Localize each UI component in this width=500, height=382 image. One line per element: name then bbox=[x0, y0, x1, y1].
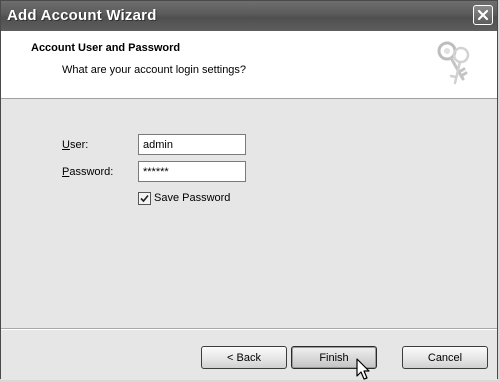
close-button[interactable] bbox=[473, 5, 493, 25]
user-label: User: bbox=[62, 139, 88, 151]
wizard-header: Account User and Password What are your … bbox=[1, 31, 497, 99]
page-title: Account User and Password bbox=[31, 42, 181, 54]
cancel-button[interactable]: Cancel bbox=[402, 346, 488, 369]
save-password-label[interactable]: Save Password bbox=[154, 192, 230, 204]
password-field[interactable] bbox=[138, 161, 246, 182]
wizard-window: Add Account Wizard Account User and Pass… bbox=[0, 0, 498, 380]
mouse-pointer-icon bbox=[356, 358, 370, 380]
save-password-checkbox[interactable] bbox=[138, 192, 151, 205]
window-title: Add Account Wizard bbox=[7, 7, 157, 24]
page-subtitle: What are your account login settings? bbox=[62, 64, 247, 76]
user-field[interactable] bbox=[138, 134, 246, 155]
close-x-icon bbox=[477, 9, 489, 21]
title-bar[interactable]: Add Account Wizard bbox=[1, 1, 497, 31]
password-label: Password: bbox=[62, 166, 113, 178]
checkmark-icon bbox=[140, 194, 149, 203]
back-button[interactable]: < Back bbox=[201, 346, 287, 369]
wizard-body bbox=[1, 99, 497, 328]
user-label-mnemonic: U bbox=[62, 139, 70, 151]
user-label-text: ser: bbox=[69, 139, 89, 151]
keys-icon bbox=[437, 41, 470, 85]
password-label-text: assword: bbox=[69, 166, 114, 178]
